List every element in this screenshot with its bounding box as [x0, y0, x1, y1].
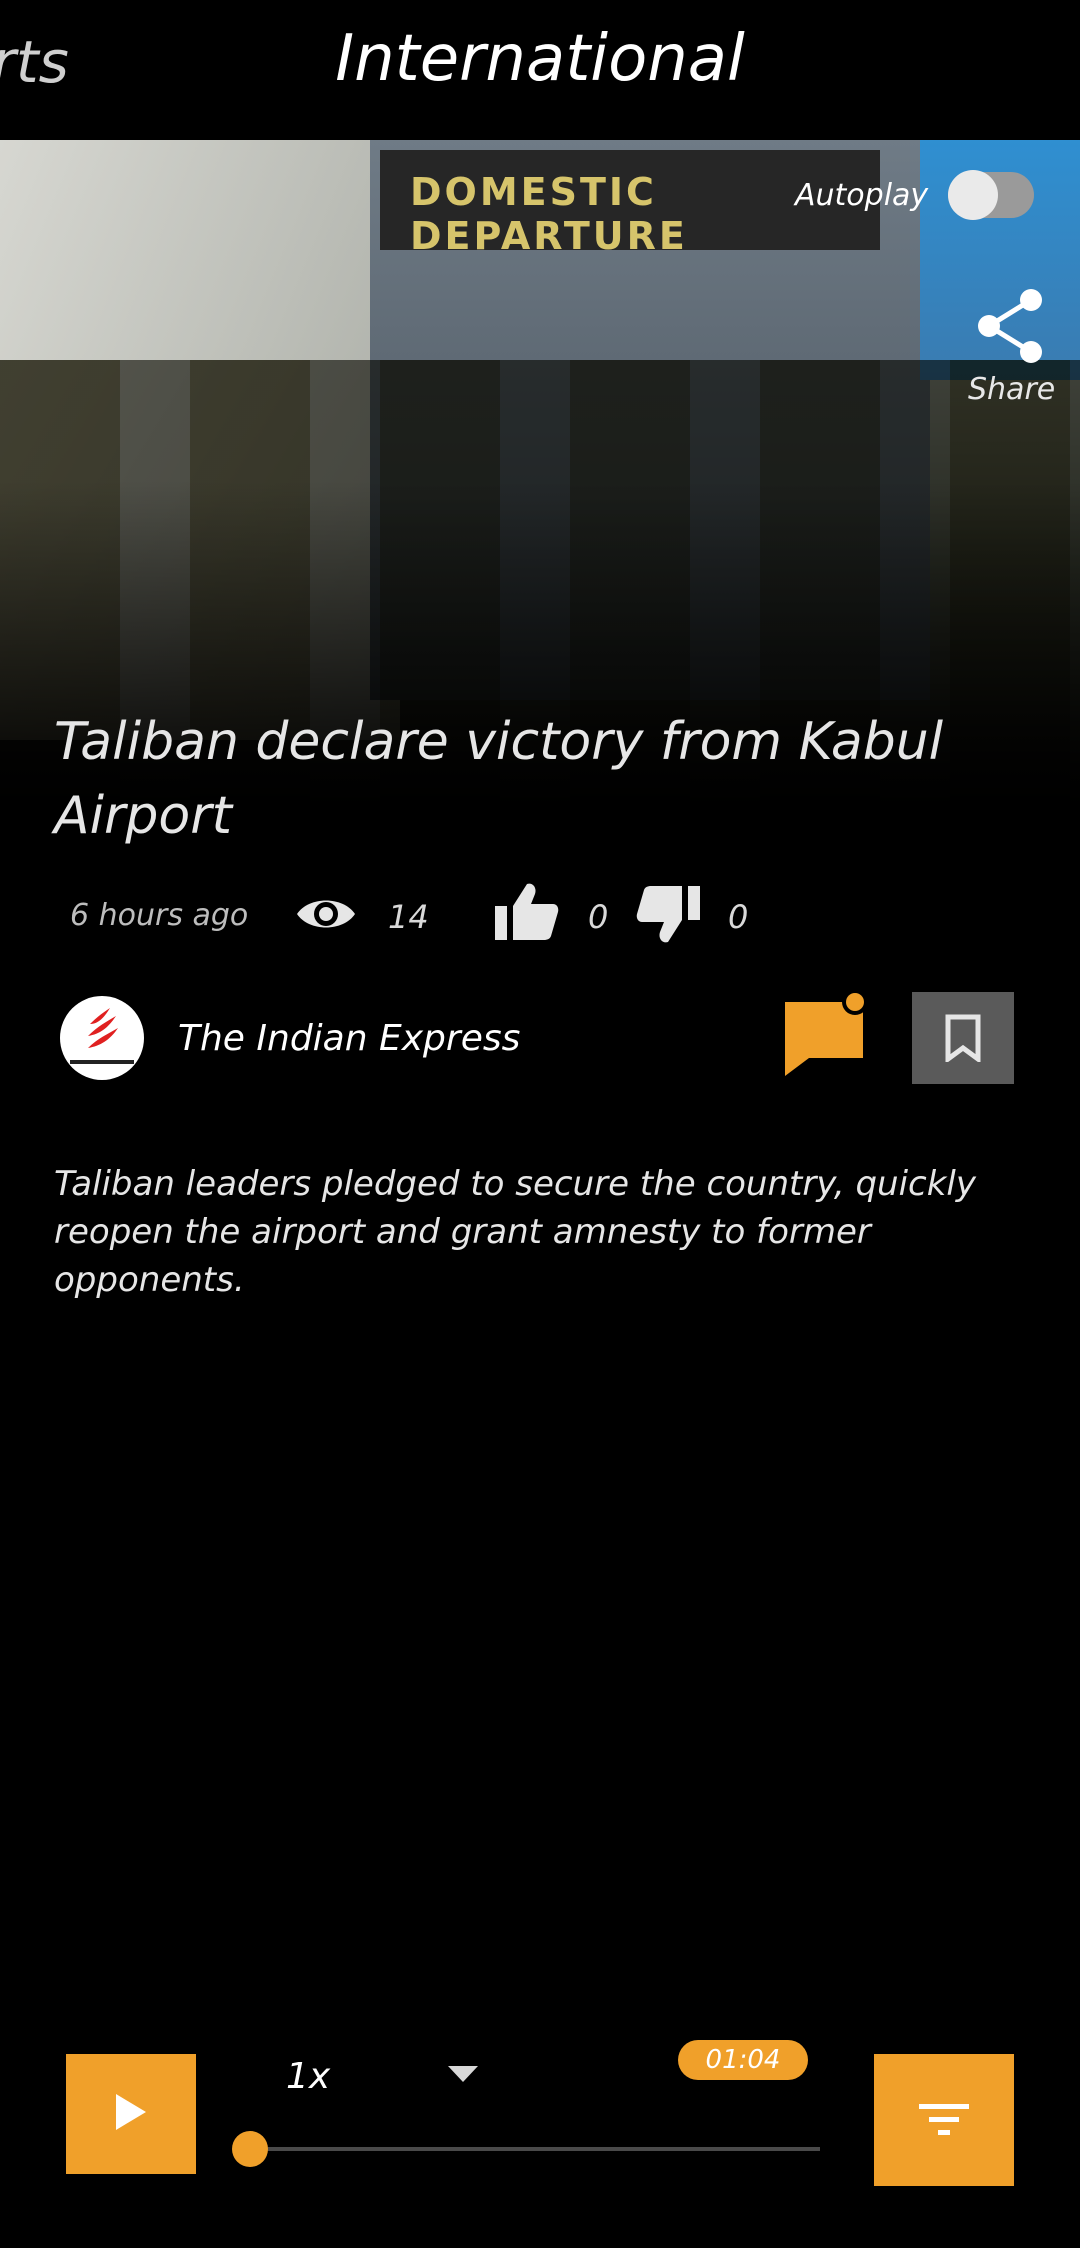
play-button[interactable]	[66, 2054, 196, 2174]
view-count: 14	[388, 898, 429, 936]
article-headline: Taliban declare victory from Kabul Airpo…	[54, 712, 944, 846]
autoplay-toggle-knob[interactable]	[948, 170, 998, 220]
share-label[interactable]: Share	[968, 372, 1055, 407]
progress-thumb[interactable]	[232, 2131, 268, 2167]
comment-icon[interactable]	[783, 988, 869, 1078]
published-time: 6 hours ago	[70, 898, 249, 933]
chevron-down-icon[interactable]	[448, 2066, 478, 2082]
source-name[interactable]: The Indian Express	[178, 1018, 520, 1059]
top-bar: rts International	[0, 0, 1080, 140]
like-count: 0	[588, 898, 609, 936]
progress-track[interactable]	[250, 2147, 820, 2151]
tab-international[interactable]: International	[0, 22, 1080, 96]
thumbs-up-icon[interactable]	[493, 880, 559, 942]
article-stats: 6 hours ago 14 0 0	[0, 880, 1080, 950]
filter-button[interactable]	[874, 2054, 1014, 2186]
filter-icon	[919, 2104, 969, 2135]
play-icon	[116, 2094, 146, 2130]
duration-badge: 01:04	[678, 2040, 808, 2080]
share-icon[interactable]	[975, 288, 1045, 364]
eye-icon	[297, 900, 355, 928]
source-logo[interactable]	[60, 996, 144, 1080]
thumbs-down-icon[interactable]	[636, 884, 702, 946]
bookmark-icon	[945, 1014, 981, 1062]
dislike-count: 0	[728, 898, 749, 936]
autoplay-toggle[interactable]	[948, 170, 1034, 220]
playback-speed[interactable]: 1x	[286, 2056, 330, 2097]
autoplay-label: Autoplay	[795, 178, 929, 213]
bookmark-button[interactable]	[912, 992, 1014, 1084]
article-summary: Taliban leaders pledged to secure the co…	[54, 1164, 976, 1300]
